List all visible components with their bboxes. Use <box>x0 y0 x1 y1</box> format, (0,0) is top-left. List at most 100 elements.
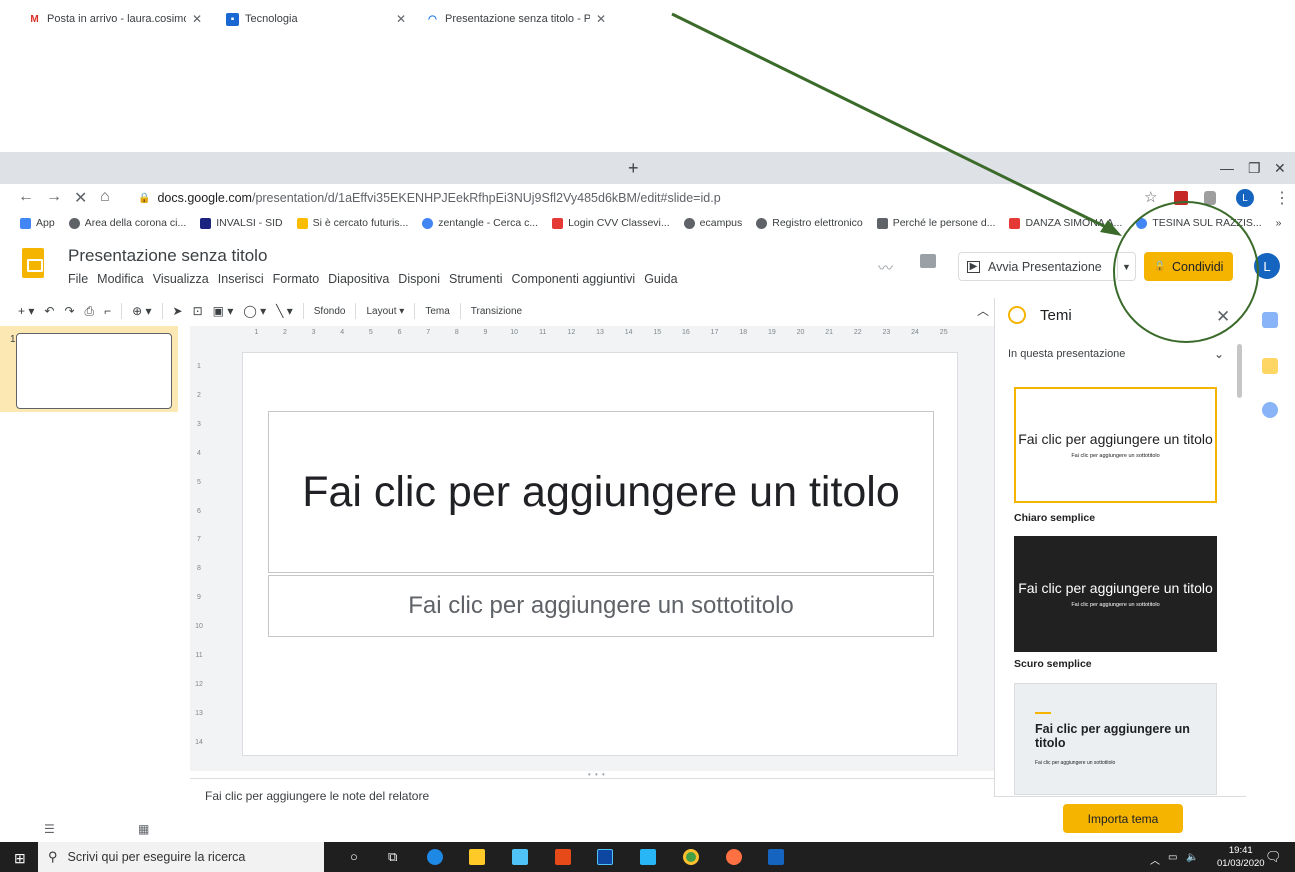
document-title[interactable]: Presentazione senza titolo <box>68 246 267 266</box>
file-explorer-icon[interactable] <box>469 849 485 865</box>
address-bar[interactable]: 🔒 docs.google.com/presentation/d/1aEffvi… <box>128 187 1178 209</box>
menu-view[interactable]: Visualizza <box>153 272 209 286</box>
windows-start-icon[interactable]: ⊞ <box>14 850 26 867</box>
theme-card-streamline[interactable]: Fai clic per aggiungere un titolo Fai cl… <box>1014 683 1217 795</box>
bookmark-item[interactable]: TESINA SUL RAZZIS... <box>1136 217 1262 229</box>
menu-slide[interactable]: Diapositiva <box>328 272 389 286</box>
present-button[interactable]: ▶ Avvia Presentazione <box>958 252 1118 281</box>
forward-icon[interactable]: → <box>46 188 62 206</box>
share-button[interactable]: 🔒 Condividi <box>1144 252 1233 281</box>
menu-edit[interactable]: Modifica <box>97 272 144 286</box>
media-icon[interactable] <box>512 849 528 865</box>
speaker-notes-placeholder[interactable]: Fai clic per aggiungere le note del rela… <box>205 789 429 803</box>
zoom-icon[interactable]: ⊕ ▾ <box>132 304 151 318</box>
transition-button[interactable]: Transizione <box>471 306 522 317</box>
theme-card-dark[interactable]: Fai clic per aggiungere un titolo Fai cl… <box>1014 536 1217 652</box>
activity-trend-icon[interactable]: 〰 <box>878 257 893 278</box>
taskbar-clock[interactable]: 19:41 01/03/2020 <box>1217 845 1265 871</box>
menu-addons[interactable]: Componenti aggiuntivi <box>511 272 635 286</box>
tab-presentation[interactable]: ◠ Presentazione senza titolo - Pres ✕ <box>418 6 614 32</box>
speaker-notes-area[interactable] <box>190 778 995 836</box>
minimize-icon[interactable]: — <box>1220 160 1234 176</box>
shield-extension-icon[interactable] <box>1204 191 1216 205</box>
undo-icon[interactable]: ↶ <box>44 304 54 318</box>
photos-icon[interactable] <box>640 849 656 865</box>
photoshop-icon[interactable] <box>597 849 613 865</box>
calendar-icon[interactable] <box>1262 312 1278 328</box>
menu-tools[interactable]: Strumenti <box>449 272 503 286</box>
present-options-button[interactable]: ▼ <box>1118 252 1136 281</box>
subtitle-placeholder[interactable]: Fai clic per aggiungere un sottotitolo <box>268 575 934 637</box>
bookmark-apps[interactable]: App <box>20 217 55 229</box>
cortana-icon[interactable]: ○ <box>350 849 358 864</box>
title-placeholder[interactable]: Fai clic per aggiungere un titolo <box>268 411 934 573</box>
grid-view-icon[interactable]: ▦ <box>138 822 149 836</box>
line-icon[interactable]: ╲ ▾ <box>276 304 293 318</box>
close-tab-icon[interactable]: ✕ <box>396 12 406 26</box>
home-icon[interactable]: ⌂ <box>100 188 110 206</box>
bookmark-item[interactable]: ecampus <box>683 217 742 229</box>
back-icon[interactable]: ← <box>18 188 34 206</box>
themes-filter-select[interactable]: In questa presentazione ⌄ <box>1008 347 1224 361</box>
more-menu-icon[interactable]: ⋮ <box>1274 188 1290 208</box>
bookmarks-overflow[interactable]: » <box>1276 217 1282 229</box>
new-slide-icon[interactable]: + ▾ <box>18 304 34 318</box>
edge-icon[interactable] <box>427 849 443 865</box>
image-icon[interactable]: ▣ ▾ <box>213 304 234 318</box>
tasks-icon[interactable] <box>1262 402 1278 418</box>
keep-icon[interactable] <box>1262 358 1278 374</box>
menu-format[interactable]: Formato <box>273 272 320 286</box>
shape-icon[interactable]: ◯ ▾ <box>243 304 266 318</box>
slides-logo-icon[interactable] <box>22 248 44 278</box>
profile-avatar[interactable]: L <box>1236 189 1254 207</box>
account-avatar[interactable]: L <box>1254 253 1280 279</box>
redo-icon[interactable]: ↷ <box>64 304 74 318</box>
tab-gmail[interactable]: M Posta in arrivo - laura.cosimo@ic ✕ <box>20 6 210 32</box>
close-tab-icon[interactable]: ✕ <box>596 12 606 26</box>
tab-tecnologia[interactable]: ▪ Tecnologia ✕ <box>218 6 414 32</box>
bookmark-item[interactable]: Registro elettronico <box>756 217 863 229</box>
menu-help[interactable]: Guida <box>644 272 677 286</box>
notifications-icon[interactable]: 🗨 <box>1265 849 1282 865</box>
bookmark-item[interactable]: DANZA SIMONA A... <box>1009 217 1122 229</box>
slide-thumbnail[interactable] <box>16 333 172 409</box>
select-pointer-icon[interactable]: ➤ <box>173 304 183 318</box>
menu-insert[interactable]: Inserisci <box>218 272 264 286</box>
new-tab-button[interactable]: + <box>628 158 639 179</box>
firefox-icon[interactable] <box>726 849 742 865</box>
close-tab-icon[interactable]: ✕ <box>192 12 202 26</box>
bookmark-item[interactable]: Si è cercato futuris... <box>296 217 408 229</box>
powerpoint-icon[interactable] <box>555 849 571 865</box>
network-icon[interactable]: ▭ <box>1168 852 1177 863</box>
import-theme-button[interactable]: Importa tema <box>1063 804 1183 833</box>
filmstrip-view-icon[interactable]: ☰ <box>44 822 55 836</box>
task-view-icon[interactable]: ⧉ <box>388 849 397 865</box>
volume-icon[interactable]: 🔈 <box>1186 852 1198 863</box>
print-icon[interactable]: ⎙ <box>85 304 95 319</box>
comments-icon[interactable] <box>920 254 936 268</box>
theme-button[interactable]: Tema <box>425 306 449 317</box>
paint-format-icon[interactable]: ⌐ <box>104 304 111 318</box>
layout-button[interactable]: Layout ▾ <box>366 306 404 317</box>
maximize-icon[interactable]: ❐ <box>1248 160 1261 177</box>
close-icon[interactable]: ✕ <box>1216 307 1230 327</box>
bookmark-star-icon[interactable]: ☆ <box>1144 188 1157 206</box>
word-icon[interactable] <box>768 849 784 865</box>
bookmark-item[interactable]: Perché le persone d... <box>876 217 995 229</box>
tray-chevron-icon[interactable]: ︿ <box>1150 852 1160 867</box>
collapse-menu-icon[interactable]: ︿ <box>977 302 989 319</box>
chrome-icon[interactable] <box>683 849 699 865</box>
menu-file[interactable]: File <box>68 272 88 286</box>
theme-card-light[interactable]: Fai clic per aggiungere un titolo Fai cl… <box>1014 387 1217 503</box>
close-window-icon[interactable]: ✕ <box>1274 160 1286 177</box>
themes-scrollbar[interactable] <box>1237 344 1242 398</box>
background-button[interactable]: Sfondo <box>314 306 346 317</box>
bookmark-item[interactable]: zentangle - Cerca c... <box>422 217 538 229</box>
bookmark-item[interactable]: Area della corona ci... <box>68 217 186 229</box>
bookmark-item[interactable]: INVALSI - SID <box>200 217 283 229</box>
text-box-icon[interactable]: ⊡ <box>193 304 203 318</box>
menu-arrange[interactable]: Disponi <box>398 272 440 286</box>
stop-icon[interactable]: ✕ <box>74 188 87 208</box>
pdf-extension-icon[interactable] <box>1174 191 1188 205</box>
taskbar-search[interactable]: ⚲ Scrivi qui per eseguire la ricerca <box>38 842 324 872</box>
